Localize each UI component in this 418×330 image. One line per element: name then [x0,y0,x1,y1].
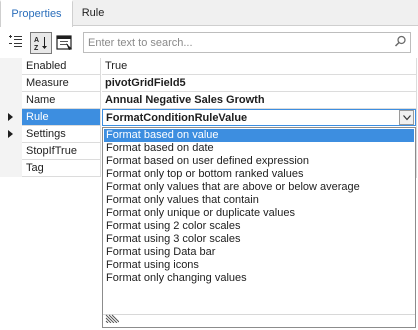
property-name: Rule [22,109,101,126]
dropdown-option[interactable]: Format using 3 color scales [104,233,414,246]
property-name: Tag [22,160,101,177]
rule-value-text: FormatConditionRuleValue [106,112,248,124]
svg-text:Z: Z [34,45,39,51]
row-indicator [0,126,22,143]
dropdown-option[interactable]: Format only top or bottom ranked values [104,168,414,181]
property-name: Enabled [22,58,101,75]
svg-text:A: A [34,37,39,44]
rule-dropdown-button[interactable] [399,110,414,125]
row-indicator [0,143,22,160]
tab-strip: Properties Rule [0,0,418,27]
dropdown-footer [103,314,415,327]
dropdown-option[interactable]: Format based on date [104,142,414,155]
row-indicator [0,109,22,126]
property-value[interactable]: pivotGridField5 [102,75,416,92]
property-value[interactable]: FormatConditionRuleValue [102,109,416,126]
sort-alphabetical-button[interactable]: A Z [30,32,52,54]
tab-rule[interactable]: Rule [73,0,113,26]
dropdown-option[interactable]: Format using Data bar [104,246,414,259]
search-icon[interactable] [394,35,407,51]
property-name: Settings [22,126,101,143]
dropdown-option[interactable]: Format using icons [104,259,414,272]
property-name: Measure [22,75,101,92]
dropdown-option[interactable]: Format only changing values [104,272,414,285]
dropdown-option[interactable]: Format only values that contain [104,194,414,207]
property-row-enabled[interactable]: Enabled True [0,58,418,75]
row-indicator [0,160,22,177]
property-row-rule[interactable]: Rule FormatConditionRuleValue [0,109,418,126]
tab-properties[interactable]: Properties [0,0,73,27]
grid-right-border [416,58,417,178]
property-row-name[interactable]: Name Annual Negative Sales Growth [0,92,418,109]
dropdown-option[interactable]: Format based on user defined expression [104,155,414,168]
property-name: Name [22,92,101,109]
row-indicator [0,58,22,75]
row-indicator [0,92,22,109]
property-row-measure[interactable]: Measure pivotGridField5 [0,75,418,92]
search-input[interactable] [84,33,388,52]
property-pages-button[interactable] [54,32,76,54]
property-value[interactable]: True [102,58,416,75]
expand-caret-icon[interactable] [8,130,13,138]
property-value[interactable]: Annual Negative Sales Growth [102,92,416,109]
rule-dropdown-list: Format based on value Format based on da… [102,127,416,328]
categorized-button[interactable] [6,32,28,54]
dropdown-option[interactable]: Format using 2 color scales [104,220,414,233]
row-indicator [0,75,22,92]
resize-grip-icon[interactable] [105,313,120,326]
search-box [83,32,411,53]
dropdown-option[interactable]: Format only values that are above or bel… [104,181,414,194]
dropdown-option[interactable]: Format only unique or duplicate values [104,207,414,220]
dropdown-option[interactable]: Format based on value [104,129,414,142]
property-name: StopIfTrue [22,143,101,160]
expand-caret-icon[interactable] [8,113,13,121]
